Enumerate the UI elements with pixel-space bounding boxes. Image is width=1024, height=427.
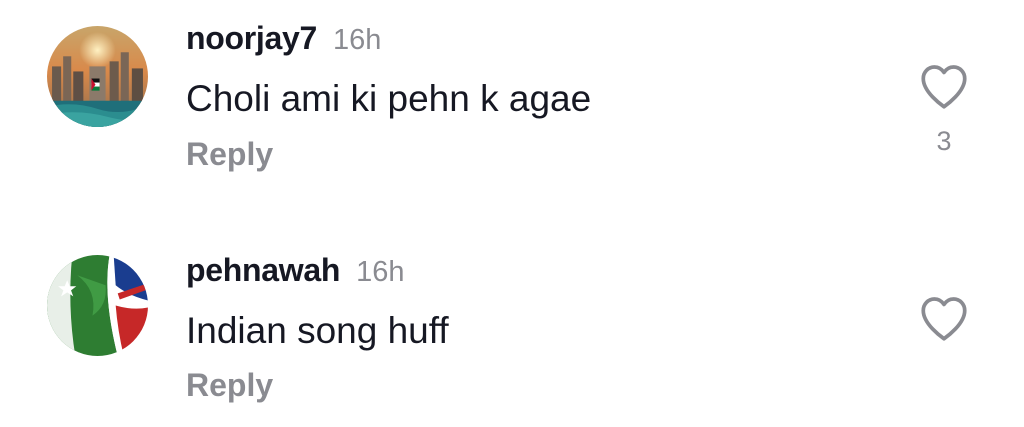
heart-outline-icon [921, 297, 967, 341]
timestamp: 16h [332, 24, 382, 56]
comment-header: pehnawah 16h [186, 252, 404, 292]
like-button[interactable] [912, 294, 976, 342]
reply-button[interactable]: Reply [186, 136, 273, 173]
avatar[interactable] [47, 26, 148, 127]
like-count: 3 [936, 126, 952, 156]
heart-outline-icon [921, 65, 967, 109]
username[interactable]: pehnawah [186, 252, 340, 289]
avatar[interactable] [47, 255, 148, 356]
timestamp: 16h [356, 256, 405, 288]
cityscape-avatar-image [47, 26, 148, 127]
comment-text: Choli ami ki pehn k agae [186, 78, 592, 119]
comment-header: noorjay7 16h [186, 20, 381, 60]
username[interactable]: noorjay7 [186, 20, 317, 57]
reply-button[interactable]: Reply [186, 367, 273, 404]
comment-list: noorjay7 16h Choli ami ki pehn k agae Re… [0, 0, 1024, 427]
like-button[interactable]: 3 [912, 62, 976, 157]
flags-avatar-image [47, 255, 148, 356]
comment-item: noorjay7 16h Choli ami ki pehn k agae Re… [0, 0, 1024, 180]
comment-text: Indian song huff [186, 310, 449, 351]
comment-item: pehnawah 16h Indian song huff Reply [0, 232, 1024, 412]
